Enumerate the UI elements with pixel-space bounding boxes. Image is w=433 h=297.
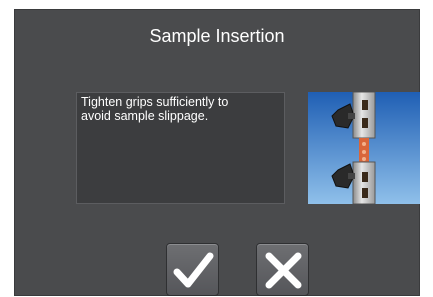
close-icon (265, 252, 302, 289)
instruction-message: Tighten grips sufficiently to avoid samp… (76, 92, 285, 204)
checkmark-icon (173, 252, 214, 288)
grips-with-sample-icon (308, 91, 420, 205)
cancel-button[interactable] (256, 243, 309, 296)
dialog-title: Sample Insertion (149, 26, 285, 46)
confirm-button[interactable] (166, 243, 219, 296)
sample-insertion-dialog: Sample Insertion Tighten grips sufficien… (14, 9, 420, 296)
